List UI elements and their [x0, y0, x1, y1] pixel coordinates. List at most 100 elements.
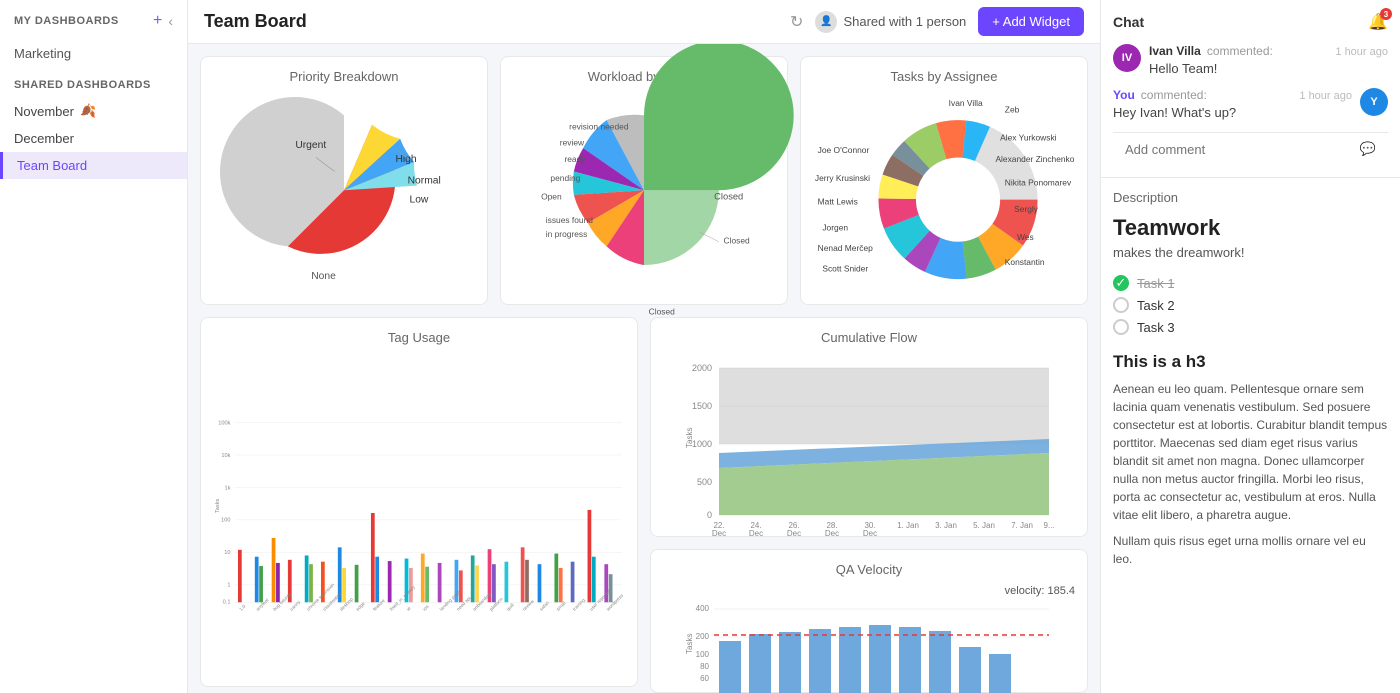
svg-text:1: 1 [227, 582, 230, 588]
chat-input-area[interactable]: 💬 [1113, 132, 1388, 165]
svg-text:2000: 2000 [692, 363, 712, 373]
svg-text:100: 100 [221, 517, 230, 523]
priority-breakdown-widget: Priority Breakdown Urgent High [200, 56, 488, 305]
send-icon[interactable]: 💬 [1360, 141, 1376, 157]
svg-text:0: 0 [707, 510, 712, 520]
svg-text:Tasks: Tasks [685, 633, 694, 653]
msg1-time: 1 hour ago [1335, 46, 1388, 58]
qa-velocity-widget: QA Velocity velocity: 185.4 400 200 100 … [650, 549, 1088, 693]
svg-text:1. Jan: 1. Jan [897, 521, 919, 530]
top-charts-row: Priority Breakdown Urgent High [200, 56, 1088, 305]
svg-text:issues found: issues found [546, 215, 594, 225]
you-avatar: Y [1360, 88, 1388, 116]
sidebar-item-december[interactable]: December [0, 125, 187, 152]
chat-msg1-meta: Ivan Villa commented: 1 hour ago [1149, 44, 1388, 58]
november-emoji: 🍂 [80, 103, 96, 119]
tag-usage-widget: Tag Usage 100k 10k 1k 100 10 1 0.1 [200, 317, 638, 687]
svg-text:10k: 10k [221, 452, 230, 458]
task2-label: Task 2 [1137, 298, 1175, 313]
right-panel: Chat 🔔 3 IV Ivan Villa commented: 1 hour… [1100, 0, 1400, 693]
sidebar-item-november[interactable]: November 🍂 [0, 97, 187, 125]
svg-text:10: 10 [224, 550, 230, 556]
svg-text:Jerry Krusinski: Jerry Krusinski [815, 173, 870, 183]
svg-text:Wes: Wes [1017, 232, 1034, 242]
topbar: Team Board ↻ 👤 Shared with 1 person + Ad… [188, 0, 1100, 44]
tasks-by-assignee-widget: Tasks by Assignee [800, 56, 1088, 305]
task2-check-icon[interactable] [1113, 297, 1129, 313]
svg-text:ie: ie [406, 605, 412, 611]
shared-button[interactable]: 👤 Shared with 1 person [815, 11, 966, 33]
ivan-avatar: IV [1113, 44, 1141, 72]
msg1-text: Hello Team! [1149, 61, 1388, 76]
description-header: Description [1113, 190, 1388, 205]
svg-text:Scott Snider: Scott Snider [822, 264, 868, 274]
chat-header: Chat 🔔 3 [1113, 12, 1388, 32]
svg-text:Dec: Dec [712, 529, 726, 538]
svg-text:Konstantin: Konstantin [1005, 257, 1045, 267]
svg-text:9...: 9... [1043, 521, 1054, 530]
topbar-right: ↻ 👤 Shared with 1 person + Add Widget [790, 7, 1084, 36]
topbar-left: Team Board [204, 11, 307, 32]
add-dashboard-button[interactable]: + [153, 12, 162, 30]
task-list: ✓ Task 1 Task 2 Task 3 [1113, 272, 1388, 338]
svg-text:1.0: 1.0 [238, 603, 246, 611]
svg-text:review: review [560, 137, 585, 147]
svg-text:Jorgen: Jorgen [822, 222, 848, 232]
svg-text:100: 100 [696, 650, 710, 659]
chat-msg1-content: Ivan Villa commented: 1 hour ago Hello T… [1149, 44, 1388, 76]
description-para2: Nullam quis risus eget urna mollis ornar… [1113, 532, 1388, 568]
svg-text:Normal: Normal [408, 176, 441, 187]
sidebar-marketing-item[interactable]: Marketing [0, 42, 187, 69]
svg-text:Dec: Dec [749, 529, 763, 538]
qa-velocity-title: QA Velocity [663, 562, 1075, 577]
cumulative-flow-widget: Cumulative Flow 2000 1500 1000 500 0 Tas… [650, 317, 1088, 537]
svg-text:Sergly: Sergly [1014, 204, 1039, 214]
svg-text:Matt Lewis: Matt Lewis [818, 196, 858, 206]
notification-bell-icon[interactable]: 🔔 3 [1368, 12, 1388, 32]
svg-text:3. Jan: 3. Jan [935, 521, 957, 530]
description-heading: Teamwork [1113, 215, 1388, 241]
svg-text:0.1: 0.1 [223, 599, 231, 605]
task1-label: Task 1 [1137, 276, 1175, 291]
priority-breakdown-chart: Urgent High Normal Low None None [213, 92, 475, 289]
svg-text:revision needed: revision needed [569, 121, 629, 131]
avatar-icon: 👤 [815, 11, 837, 33]
tasks-by-assignee-title: Tasks by Assignee [813, 69, 1075, 84]
december-label: December [14, 131, 74, 146]
svg-text:in progress: in progress [546, 229, 588, 239]
dashboard-grid: Priority Breakdown Urgent High [188, 44, 1100, 693]
svg-text:pending: pending [550, 173, 580, 183]
cumulative-flow-title: Cumulative Flow [663, 330, 1075, 345]
svg-text:Dec: Dec [787, 529, 801, 538]
collapse-sidebar-button[interactable]: ‹ [168, 13, 173, 29]
refresh-icon[interactable]: ↻ [790, 12, 803, 32]
main-content: Team Board ↻ 👤 Shared with 1 person + Ad… [188, 0, 1100, 693]
task-item-1: ✓ Task 1 [1113, 272, 1388, 294]
task1-check-icon[interactable]: ✓ [1113, 275, 1129, 291]
svg-text:Joe O'Connor: Joe O'Connor [818, 145, 870, 155]
svg-text:High: High [395, 154, 416, 165]
sidebar: MY DASHBOARDS + ‹ Marketing SHARED DASHB… [0, 0, 188, 693]
tag-usage-title: Tag Usage [213, 330, 625, 345]
svg-text:1000: 1000 [692, 439, 712, 449]
svg-text:400: 400 [696, 604, 710, 613]
shared-dashboards-label: SHARED DASHBOARDS [0, 69, 187, 97]
task-item-3: Task 3 [1113, 316, 1388, 338]
msg1-action: commented: [1207, 44, 1273, 58]
svg-text:Low: Low [410, 194, 429, 205]
chat-message-1: IV Ivan Villa commented: 1 hour ago Hell… [1113, 44, 1388, 76]
chat-input[interactable] [1125, 142, 1352, 157]
svg-text:Open: Open [541, 192, 562, 202]
description-h3: This is a h3 [1113, 352, 1388, 372]
svg-text:None: None [311, 271, 336, 282]
chat-message-2: You commented: 1 hour ago Hey Ivan! What… [1113, 88, 1388, 120]
shared-label: Shared with 1 person [843, 14, 966, 29]
svg-text:500: 500 [697, 477, 712, 487]
task3-check-icon[interactable] [1113, 319, 1129, 335]
workload-by-status-widget: Workload by Status [500, 56, 788, 305]
svg-text:5. Jan: 5. Jan [973, 521, 995, 530]
sidebar-item-teamboard[interactable]: Team Board [0, 152, 187, 179]
task-item-2: Task 2 [1113, 294, 1388, 316]
add-widget-button[interactable]: + Add Widget [978, 7, 1084, 36]
msg2-name: You [1113, 88, 1135, 102]
